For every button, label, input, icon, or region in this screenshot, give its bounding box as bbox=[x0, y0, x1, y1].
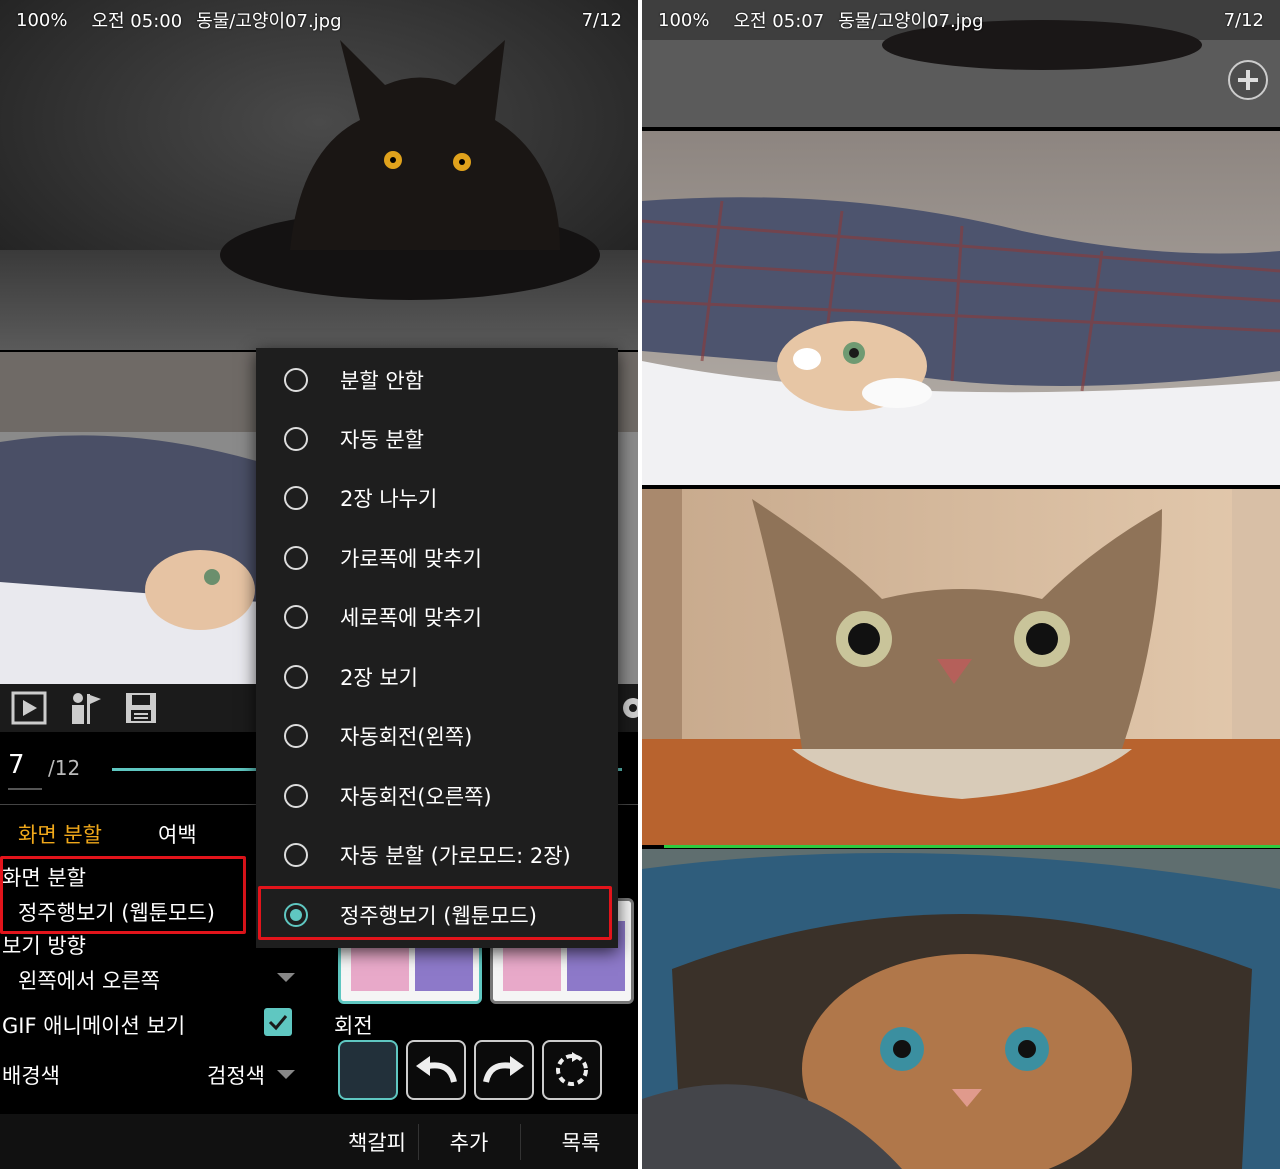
tab-margin[interactable]: 여백 bbox=[158, 819, 197, 849]
battery-level: 100% bbox=[16, 9, 68, 31]
file-name: 동물/고양이07.jpg bbox=[838, 11, 984, 32]
direction-value[interactable]: 왼쪽에서 오른쪽 bbox=[18, 965, 160, 995]
menu-item-label: 자동 분할 bbox=[340, 427, 424, 452]
menu-item-label: 가로폭에 맞추기 bbox=[340, 546, 482, 571]
radio-button[interactable] bbox=[284, 842, 308, 867]
page-indicator: 7/12 bbox=[1223, 9, 1264, 31]
menu-item-two-pages[interactable]: 2장 보기 bbox=[256, 647, 618, 706]
menu-item-label: 2장 보기 bbox=[340, 665, 418, 690]
check-icon bbox=[268, 1015, 288, 1031]
bottom-separator bbox=[418, 1124, 419, 1160]
add-button[interactable]: 추가 bbox=[420, 1114, 518, 1169]
rotate-auto-button[interactable] bbox=[542, 1040, 602, 1100]
rotate-none-button[interactable] bbox=[338, 1040, 398, 1100]
menu-item-label: 2장 나누기 bbox=[340, 486, 438, 511]
menu-item-auto-rotate-right[interactable]: 자동회전(오른쪽) bbox=[256, 766, 618, 825]
page-total: /12 bbox=[48, 756, 81, 780]
menu-item-label: 세로폭에 맞추기 bbox=[340, 605, 482, 630]
kitten-jeans-photo bbox=[642, 849, 1280, 1169]
page-number-input[interactable]: 7 bbox=[8, 750, 42, 790]
gif-label: GIF 애니메이션 보기 bbox=[2, 1014, 186, 1038]
menu-item-label: 분할 안함 bbox=[340, 368, 424, 393]
rotate-left-icon bbox=[416, 1056, 457, 1083]
bg-color-value[interactable]: 검정색 bbox=[207, 1060, 265, 1090]
gif-checkbox[interactable] bbox=[264, 1008, 292, 1036]
rotate-right-icon bbox=[483, 1056, 524, 1083]
left-screenshot: 7 /12 화면 분할 여백 화면 분할 정주행보기 (웹툰모드) 보기 방향 … bbox=[0, 0, 638, 1169]
webtoon-highlight-box bbox=[258, 886, 612, 940]
right-screenshot: 100% 오전 05:07 동물/고양이07.jpg 7/12 bbox=[642, 0, 1280, 1169]
radio-button[interactable] bbox=[284, 604, 308, 629]
split-highlight-box bbox=[0, 856, 246, 934]
divider-line bbox=[664, 845, 1280, 848]
menu-item-split-two[interactable]: 2장 나누기 bbox=[256, 468, 618, 527]
status-bar: 100% 오전 05:00 동물/고양이07.jpg 7/12 bbox=[0, 0, 638, 40]
tab-screen-split[interactable]: 화면 분할 bbox=[18, 819, 102, 849]
clock: 오전 05:07 bbox=[733, 11, 825, 32]
tabby-cat-photo bbox=[642, 489, 1280, 845]
clock: 오전 05:00 bbox=[91, 11, 183, 32]
zoom-plus-icon[interactable] bbox=[1228, 60, 1268, 100]
menu-item-auto-split-landscape[interactable]: 자동 분할 (가로모드: 2장) bbox=[256, 825, 618, 884]
direction-dropdown-arrow[interactable] bbox=[277, 973, 295, 982]
rotate-left-button[interactable] bbox=[406, 1040, 466, 1100]
file-name: 동물/고양이07.jpg bbox=[196, 11, 342, 32]
split-mode-menu: 분할 안함 자동 분할 2장 나누기 가로폭에 맞추기 세로폭에 맞추기 2장 … bbox=[256, 348, 618, 948]
radio-button[interactable] bbox=[284, 783, 308, 808]
rotate-right-button[interactable] bbox=[474, 1040, 534, 1100]
menu-item-auto-rotate-left[interactable]: 자동회전(왼쪽) bbox=[256, 706, 618, 765]
kitten-blanket-photo bbox=[642, 131, 1280, 485]
rotate-label: 회전 bbox=[334, 1014, 373, 1038]
menu-item-fit-height[interactable]: 세로폭에 맞추기 bbox=[256, 587, 618, 646]
menu-item-label: 자동회전(왼쪽) bbox=[340, 724, 473, 749]
page-indicator: 7/12 bbox=[581, 9, 622, 31]
bookmark-flag-icon[interactable] bbox=[66, 689, 104, 727]
menu-item-label: 자동 분할 (가로모드: 2장) bbox=[340, 843, 571, 868]
radio-button[interactable] bbox=[284, 664, 308, 689]
black-cat-photo bbox=[0, 0, 638, 350]
radio-button[interactable] bbox=[284, 723, 308, 748]
play-icon[interactable] bbox=[10, 689, 48, 727]
radio-button[interactable] bbox=[284, 367, 308, 392]
save-icon[interactable] bbox=[122, 689, 160, 727]
status-bar: 100% 오전 05:07 동물/고양이07.jpg 7/12 bbox=[642, 0, 1280, 40]
radio-button[interactable] bbox=[284, 545, 308, 570]
menu-item-label: 자동회전(오른쪽) bbox=[340, 784, 492, 809]
menu-item-fit-width[interactable]: 가로폭에 맞추기 bbox=[256, 528, 618, 587]
rotate-auto-icon bbox=[556, 1052, 588, 1086]
radio-button[interactable] bbox=[284, 426, 308, 451]
bg-color-dropdown-arrow[interactable] bbox=[277, 1070, 295, 1079]
bottom-action-bar: 책갈피 추가 목록 bbox=[0, 1114, 638, 1169]
menu-item-no-split[interactable]: 분할 안함 bbox=[256, 350, 618, 409]
menu-item-auto-split[interactable]: 자동 분할 bbox=[256, 409, 618, 468]
bg-color-label: 배경색 bbox=[2, 1064, 60, 1088]
bookmark-button[interactable]: 책갈피 bbox=[332, 1114, 422, 1169]
bottom-separator bbox=[520, 1124, 521, 1160]
direction-label: 보기 방향 bbox=[2, 934, 86, 958]
list-button[interactable]: 목록 bbox=[524, 1114, 638, 1169]
radio-button[interactable] bbox=[284, 485, 308, 510]
battery-level: 100% bbox=[658, 9, 710, 31]
